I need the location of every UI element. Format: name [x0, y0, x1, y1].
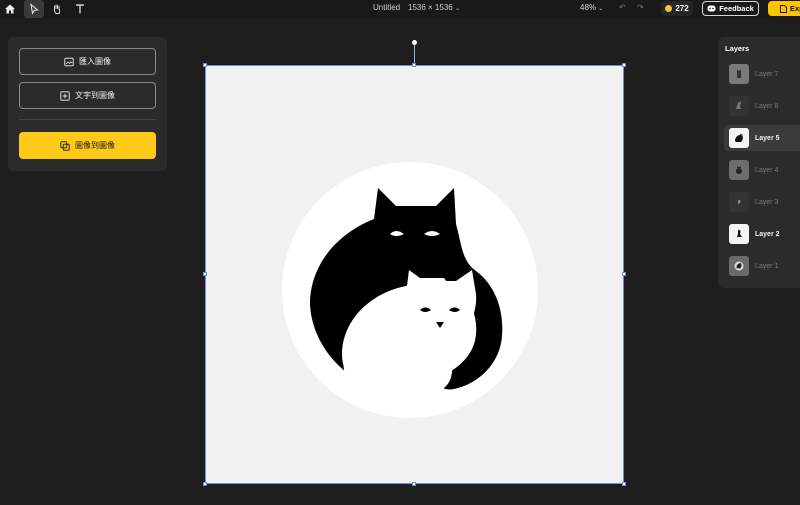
layer-thumbnail: [729, 256, 749, 276]
resize-handle-top-right[interactable]: [622, 63, 626, 67]
layer-label: Layer 1: [755, 262, 779, 270]
layer-item-6[interactable]: Layer 6: [724, 93, 800, 119]
chevron-down-icon: ⌄: [454, 6, 460, 12]
cat-circle-icon: [734, 261, 744, 271]
cat-silhouette-icon: [735, 133, 743, 142]
redo-button[interactable]: ↷: [637, 3, 644, 12]
discord-icon: [707, 5, 716, 12]
export-label: Exp: [790, 4, 800, 13]
layer-thumbnail: [729, 160, 749, 180]
zoom-value: 48%: [580, 3, 597, 12]
layer-item-5[interactable]: Layer 5: [724, 125, 800, 151]
import-image-button[interactable]: 匯入圖像: [19, 48, 156, 75]
feedback-button[interactable]: Feedback: [702, 1, 759, 16]
layer-label: Layer 3: [755, 198, 779, 206]
image-to-image-label: 圖像到圖像: [75, 141, 115, 150]
text-to-image-label: 文字到圖像: [75, 91, 115, 100]
layer-thumbnail: [729, 192, 749, 212]
layer-thumbnail: [729, 96, 749, 116]
layer-item-3[interactable]: Layer 3: [724, 189, 800, 215]
layer-item-7[interactable]: Layer 7: [724, 61, 800, 87]
cat-silhouette-icon: [737, 229, 742, 237]
document-title[interactable]: Untitled: [373, 3, 400, 12]
canvas-size-value: 1536 × 1536: [408, 3, 453, 12]
credits-count: 272: [675, 4, 689, 13]
resize-handle-left[interactable]: [203, 272, 207, 276]
layer-label: Layer 6: [755, 102, 779, 110]
top-toolbar: Untitled 1536 × 1536 ⌄ 48% ⌄ ↶ ↷ 272 Fee…: [0, 0, 800, 18]
image-import-icon: [64, 57, 74, 66]
zoom-dropdown[interactable]: 48% ⌄: [580, 3, 603, 12]
rotation-guide: [414, 43, 415, 65]
layer-thumbnail: [729, 64, 749, 84]
layer-label: Layer 2: [755, 230, 780, 238]
cat-silhouette-icon: [737, 69, 741, 78]
text-to-image-button[interactable]: 文字到圖像: [19, 82, 156, 109]
layer-label: Layer 4: [755, 166, 779, 174]
resize-handle-bottom-right[interactable]: [622, 482, 626, 486]
canvas-artboard[interactable]: [203, 63, 626, 486]
layer-item-1[interactable]: Layer 1: [724, 253, 800, 279]
hand-icon: [53, 4, 61, 14]
text-icon: [76, 4, 84, 14]
layer-thumbnail: [729, 128, 749, 148]
undo-button[interactable]: ↶: [619, 3, 626, 12]
generation-panel: 匯入圖像 文字到圖像 圖像到圖像: [8, 37, 167, 171]
credits-badge[interactable]: 272: [661, 1, 693, 16]
image-transform-icon: [60, 140, 70, 151]
resize-handle-top-left[interactable]: [203, 63, 207, 67]
cat-silhouette-icon: [736, 101, 741, 109]
home-button[interactable]: [0, 0, 20, 18]
cat-silhouette-icon: [736, 166, 742, 174]
cat-artwork: [282, 162, 538, 418]
undo-icon: ↶: [619, 3, 626, 12]
export-button[interactable]: Exp: [768, 1, 800, 16]
resize-handle-bottom-left[interactable]: [203, 482, 207, 486]
hand-tool-button[interactable]: [47, 0, 67, 18]
text-tool-button[interactable]: [70, 0, 90, 18]
rotation-handle[interactable]: [412, 40, 417, 45]
layer-label: Layer 5: [755, 134, 780, 142]
resize-handle-top[interactable]: [412, 63, 416, 67]
coin-icon: [665, 5, 673, 12]
home-icon: [5, 4, 15, 14]
cat-silhouette-icon: [738, 199, 741, 204]
chevron-down-icon: ⌄: [598, 6, 604, 12]
redo-icon: ↷: [637, 3, 644, 12]
resize-handle-bottom[interactable]: [412, 482, 416, 486]
layers-panel: Layers Layer 7 Layer 6 Layer 5 Layer 4 L…: [718, 37, 800, 288]
add-text-icon: [60, 90, 70, 101]
file-icon: [780, 4, 787, 13]
layer-thumbnail: [729, 224, 749, 244]
layer-label: Layer 7: [755, 70, 779, 78]
resize-handle-right[interactable]: [622, 272, 626, 276]
select-tool-button[interactable]: [24, 0, 44, 18]
pointer-icon: [30, 3, 39, 15]
feedback-label: Feedback: [719, 4, 754, 13]
image-to-image-button[interactable]: 圖像到圖像: [19, 132, 156, 159]
divider: [19, 119, 156, 120]
layer-item-2[interactable]: Layer 2: [724, 221, 800, 247]
layer-item-4[interactable]: Layer 4: [724, 157, 800, 183]
canvas-size-dropdown[interactable]: 1536 × 1536 ⌄: [408, 3, 460, 12]
import-image-label: 匯入圖像: [79, 57, 111, 66]
layers-title: Layers: [725, 44, 750, 53]
